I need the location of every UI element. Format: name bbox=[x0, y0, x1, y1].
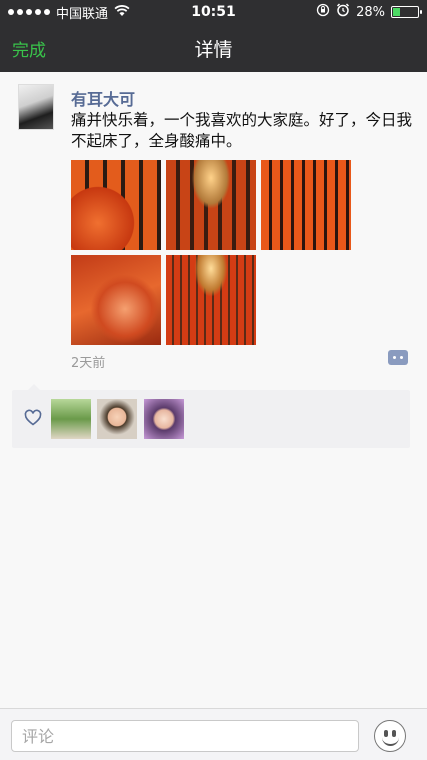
status-bar: 中国联通 10:51 28% bbox=[0, 0, 427, 24]
nav-bar: 完成 详情 bbox=[0, 24, 427, 72]
post-photo-1[interactable] bbox=[71, 160, 161, 250]
likes-panel bbox=[12, 384, 410, 448]
battery-fill bbox=[393, 8, 400, 16]
post-photo-3[interactable] bbox=[261, 160, 351, 250]
heart-icon bbox=[24, 409, 42, 427]
liker-avatar[interactable] bbox=[144, 399, 184, 439]
author-name[interactable]: 有耳大可 bbox=[71, 86, 135, 110]
moment-post: 有耳大可 痛并快乐着，一个我喜欢的大家庭。好了，今日我不起床了，全身酸痛中。 2… bbox=[0, 72, 427, 371]
signal-dots-icon bbox=[8, 9, 50, 15]
liker-avatar[interactable] bbox=[51, 399, 91, 439]
comment-icon[interactable] bbox=[388, 350, 408, 365]
comment-bar bbox=[0, 708, 427, 760]
post-photo-2[interactable] bbox=[166, 160, 256, 250]
author-avatar[interactable] bbox=[18, 84, 54, 130]
alarm-icon bbox=[336, 3, 350, 21]
post-photo-5[interactable] bbox=[166, 255, 256, 345]
post-time: 2天前 bbox=[71, 356, 106, 371]
page-title: 详情 bbox=[194, 38, 233, 61]
battery-percent: 28% bbox=[356, 4, 385, 20]
carrier-label: 中国联通 bbox=[56, 6, 109, 22]
done-button[interactable]: 完成 bbox=[12, 36, 46, 61]
battery-icon bbox=[391, 6, 422, 18]
comment-input[interactable] bbox=[11, 720, 359, 752]
post-photo-4[interactable] bbox=[71, 255, 161, 345]
liker-avatar[interactable] bbox=[97, 399, 137, 439]
post-detail: 有耳大可 痛并快乐着，一个我喜欢的大家庭。好了，今日我不起床了，全身酸痛中。 2… bbox=[0, 72, 427, 708]
emoji-icon[interactable] bbox=[374, 720, 406, 752]
post-text: 痛并快乐着，一个我喜欢的大家庭。好了，今日我不起床了，全身酸痛中。 bbox=[71, 111, 413, 150]
wifi-icon bbox=[114, 4, 130, 20]
orientation-lock-icon bbox=[316, 3, 330, 21]
